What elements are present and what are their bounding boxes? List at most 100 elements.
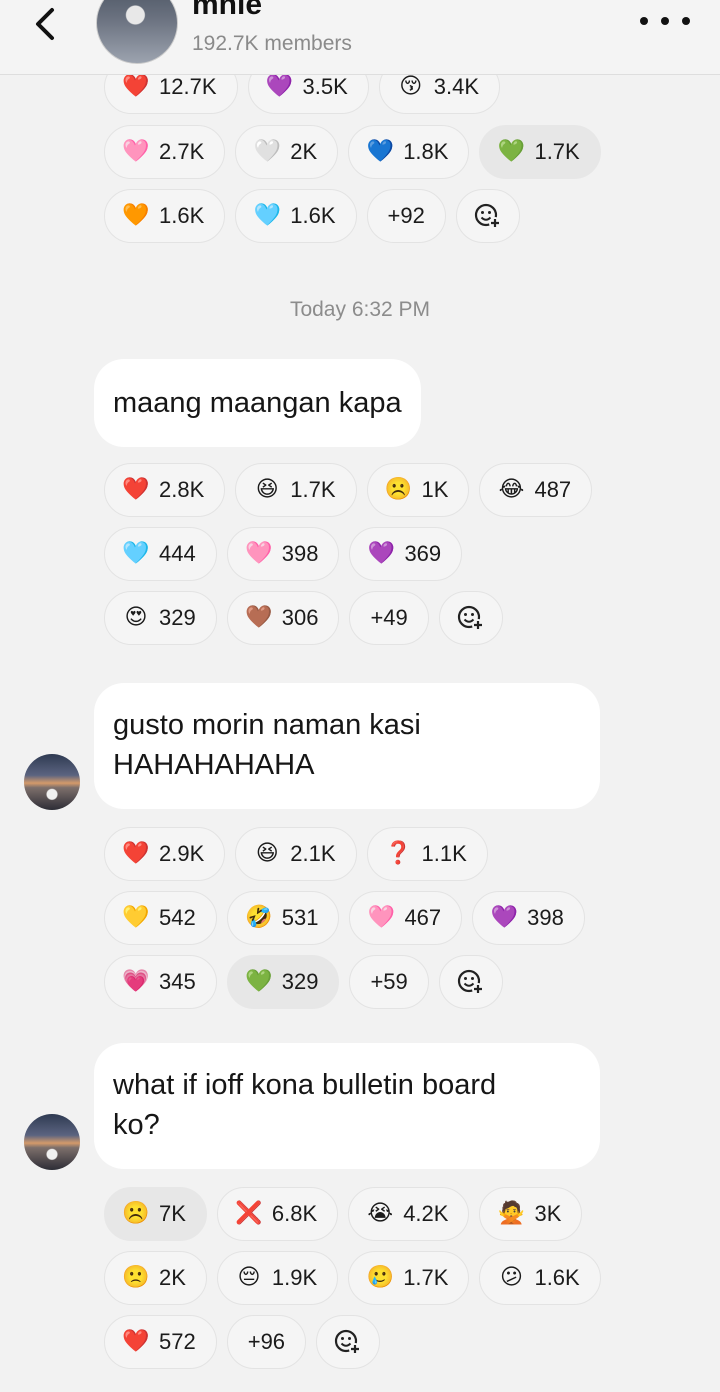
add-reaction-button[interactable] <box>316 1315 381 1369</box>
reaction-chip[interactable]: 🤣 531 <box>226 891 340 945</box>
reaction-chip[interactable]: 💛 542 <box>104 891 217 945</box>
add-reaction-button[interactable] <box>455 189 520 243</box>
reaction-row: ❤️ 2.8K 😆 1.7K ☹️ 1K 😂 487 <box>104 463 593 517</box>
reaction-count: 1.7K <box>290 477 336 502</box>
reaction-chip[interactable]: 😔 1.9K <box>216 1251 339 1305</box>
reaction-chip[interactable]: 🩷 467 <box>349 891 463 945</box>
reaction-chip-selected[interactable]: 💚 329 <box>226 955 340 1009</box>
tears-of-joy-icon: 😂 <box>498 477 525 502</box>
reaction-chip[interactable]: 🩷 398 <box>226 527 340 581</box>
reaction-count: 467 <box>404 905 442 930</box>
reaction-chip[interactable]: 😕 1.6K <box>479 1251 601 1305</box>
reaction-count: 1.1K <box>421 841 467 866</box>
sender-avatar[interactable] <box>24 1114 80 1170</box>
member-count: 192.7K members <box>192 32 352 55</box>
reaction-chip[interactable]: 🧡 1.6K <box>104 189 226 243</box>
reaction-chip[interactable]: 🤎 306 <box>226 591 340 645</box>
reaction-count: 2.8K <box>159 477 205 502</box>
pink-heart-icon: 🩷 <box>367 905 396 930</box>
more-reactions-button[interactable]: +59 <box>349 955 429 1009</box>
group-title[interactable]: mnie <box>192 0 262 22</box>
reaction-chip[interactable]: ❤️ 2.9K <box>104 827 226 881</box>
reaction-chip[interactable]: 💜 398 <box>472 891 585 945</box>
back-icon[interactable] <box>30 4 64 44</box>
orange-heart-icon: 🧡 <box>122 203 150 228</box>
reaction-count: 531 <box>281 905 319 930</box>
message-text-line: what if ioff kona bulletin board <box>113 1069 497 1101</box>
reaction-count: 1K <box>421 477 449 502</box>
reaction-count: 306 <box>281 605 319 630</box>
more-reactions-button[interactable]: +96 <box>226 1315 307 1369</box>
reaction-chip[interactable]: 😆 1.7K <box>235 463 357 517</box>
message-bubble[interactable]: gusto morin naman kasi HAHAHAHAHA <box>94 683 600 809</box>
rofl-icon: 🤣 <box>245 905 273 930</box>
more-options-icon[interactable] <box>640 10 690 32</box>
reaction-chip[interactable]: ❌ 6.8K <box>216 1187 339 1241</box>
reaction-count: 2.1K <box>290 841 336 866</box>
yellow-heart-icon: 💛 <box>122 905 150 930</box>
more-reactions-button[interactable]: +92 <box>366 189 446 243</box>
reaction-count: 444 <box>159 541 196 566</box>
add-reaction-icon <box>457 605 484 631</box>
reaction-chip[interactable]: 😆 2.1K <box>235 827 357 881</box>
reaction-row: 🩷 2.7K 🤍 2K 💙 1.8K 💚 1.7K <box>104 125 601 179</box>
reaction-chip[interactable]: ❤️ 2.8K <box>104 463 226 517</box>
smiling-tear-icon: 🥲 <box>366 1265 394 1290</box>
reaction-count: 1.6K <box>290 203 336 228</box>
reaction-chip[interactable]: 😂 487 <box>479 463 593 517</box>
reaction-row: 💗 345 💚 329 +59 <box>104 955 503 1009</box>
reaction-chip[interactable]: ❤️ 572 <box>104 1315 217 1369</box>
reaction-chip[interactable]: 🤍 2K <box>235 125 339 179</box>
more-reactions-button[interactable]: +49 <box>349 591 429 645</box>
reaction-chip-selected[interactable]: ☹️ 7K <box>104 1187 207 1241</box>
reaction-count: 1.9K <box>271 1265 318 1290</box>
laughing-face-icon: 😆 <box>255 841 279 866</box>
reaction-count: 398 <box>527 905 564 930</box>
reaction-chip[interactable]: 🩵 444 <box>104 527 217 581</box>
reaction-chip-selected[interactable]: 💚 1.7K <box>479 125 601 179</box>
message-bubble[interactable]: maang maangan kapa <box>94 359 421 447</box>
reaction-chip[interactable]: 💜 369 <box>349 527 463 581</box>
reaction-chip[interactable]: 🩷 2.7K <box>104 125 226 179</box>
reaction-count: 2.7K <box>159 139 205 164</box>
reaction-row: 😍 329 🤎 306 +49 <box>104 591 503 645</box>
heart-icon: ❤️ <box>122 841 150 866</box>
reaction-count: 7K <box>159 1201 186 1226</box>
light-blue-heart-icon: 🩵 <box>122 541 150 566</box>
add-reaction-button[interactable] <box>438 955 503 1009</box>
frowning-face-icon: ☹️ <box>122 1201 150 1226</box>
sender-avatar[interactable] <box>24 754 80 810</box>
message-text-line: HAHAHAHAHA <box>113 749 315 781</box>
reaction-chip[interactable]: 🙁 2K <box>104 1251 207 1305</box>
reaction-row: 💛 542 🤣 531 🩷 467 💜 398 <box>104 891 585 945</box>
add-reaction-button[interactable] <box>438 591 503 645</box>
reaction-chip[interactable]: 💗 345 <box>104 955 217 1009</box>
confused-face-icon: 😕 <box>499 1265 523 1290</box>
message-bubble[interactable]: what if ioff kona bulletin board ko? <box>94 1043 600 1169</box>
pink-heart-icon: 🩷 <box>122 139 150 164</box>
reaction-chip[interactable]: ☹️ 1K <box>366 463 470 517</box>
no-gesture-icon: 🙅 <box>497 1201 526 1226</box>
reaction-chip[interactable]: 🩵 1.6K <box>235 189 357 243</box>
reaction-chip[interactable]: 🙅 3K <box>479 1187 583 1241</box>
heart-eyes-icon: 😍 <box>124 605 148 630</box>
reaction-chip[interactable]: 💙 1.8K <box>348 125 470 179</box>
frowning-face-icon: ☹️ <box>384 477 413 502</box>
reaction-chip[interactable]: 😍 329 <box>104 591 217 645</box>
reaction-count: 2.9K <box>159 841 205 866</box>
reaction-chip[interactable]: 🥲 1.7K <box>348 1251 470 1305</box>
reaction-row: ❤️ 572 +96 <box>104 1315 381 1369</box>
reaction-row: 🧡 1.6K 🩵 1.6K +92 <box>104 189 520 243</box>
group-avatar[interactable] <box>96 0 178 64</box>
reaction-row: 🩵 444 🩷 398 💜 369 <box>104 527 463 581</box>
reaction-count: 572 <box>159 1329 196 1354</box>
reaction-count: 1.6K <box>534 1265 580 1290</box>
reaction-chip[interactable]: ❓ 1.1K <box>366 827 488 881</box>
blue-heart-icon: 💙 <box>366 139 394 164</box>
reaction-chip[interactable]: 😭 4.2K <box>348 1187 470 1241</box>
reaction-count: 1.8K <box>403 139 449 164</box>
message-text-line: gusto morin naman kasi <box>113 709 421 741</box>
reaction-count: 1.7K <box>403 1265 449 1290</box>
reaction-row: ☹️ 7K ❌ 6.8K 😭 4.2K 🙅 3K <box>104 1187 583 1241</box>
message-text-line: ko? <box>113 1109 160 1141</box>
